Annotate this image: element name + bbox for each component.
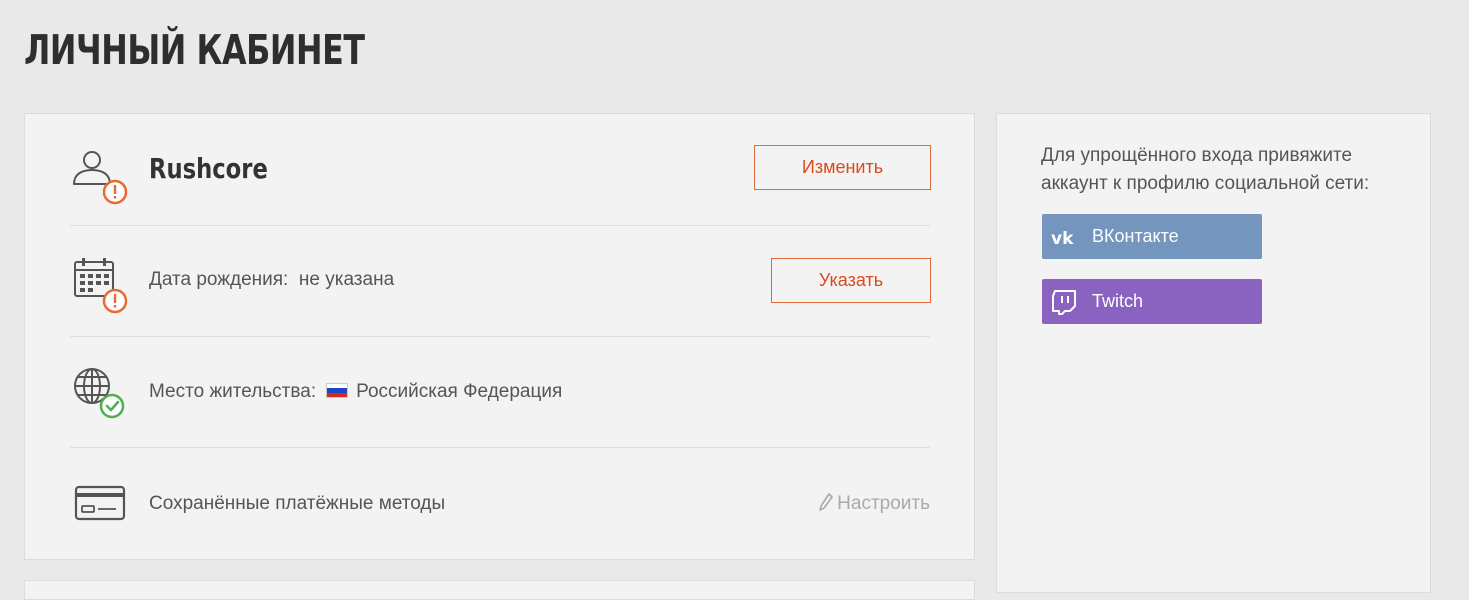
configure-payment-label: Настроить — [837, 493, 930, 514]
birthdate-row: Дата рождения: не указана Указать — [70, 225, 931, 337]
globe-ok-icon — [74, 368, 125, 419]
twitch-login-button[interactable]: Twitch — [1042, 279, 1262, 324]
twitch-icon — [1052, 290, 1076, 315]
vk-label: ВКонтакте — [1092, 226, 1179, 246]
user-warning-icon — [73, 151, 128, 205]
residence-label: Место жительства: — [149, 381, 317, 402]
edit-profile-button[interactable]: Изменить — [754, 145, 931, 190]
vk-login-button[interactable]: vk ВКонтакте — [1042, 214, 1262, 259]
set-birthdate-button[interactable]: Указать — [771, 258, 931, 303]
configure-payment-link[interactable]: Настроить — [819, 493, 930, 515]
next-card-edge — [24, 580, 975, 600]
vk-icon: vk — [1051, 229, 1074, 249]
social-intro-text: Для упрощённого входа привяжите аккаунт … — [1041, 145, 1370, 194]
profile-card: Rushcore Изменить Дата рождения: не указ… — [24, 113, 975, 560]
pencil-icon — [819, 493, 833, 511]
birthdate-value: не указана — [298, 269, 395, 290]
payment-row: Сохранённые платёжные методы Настроить — [70, 447, 930, 558]
username-row: Rushcore Изменить — [70, 114, 931, 226]
residence-value: Российская Федерация — [356, 381, 563, 402]
payment-methods-label: Сохранённые платёжные методы — [149, 493, 446, 514]
social-card: Для упрощённого входа привяжите аккаунт … — [996, 113, 1431, 593]
residence-row: Место жительства: Российская Федерация — [70, 336, 930, 448]
svg-text:vk: vk — [1051, 229, 1074, 249]
birthdate-label: Дата рождения: — [149, 269, 289, 290]
twitch-label: Twitch — [1092, 291, 1144, 311]
page-title: ЛИЧНЫЙ КАБИНЕТ — [24, 26, 365, 74]
username: Rushcore — [149, 152, 268, 185]
russia-flag-icon — [326, 383, 349, 398]
calendar-warning-icon — [74, 258, 128, 314]
birthdate-text: Дата рождения: не указана — [149, 269, 394, 291]
residence-text: Место жительства: Российская Федерация — [149, 381, 562, 403]
credit-card-icon — [74, 485, 126, 521]
